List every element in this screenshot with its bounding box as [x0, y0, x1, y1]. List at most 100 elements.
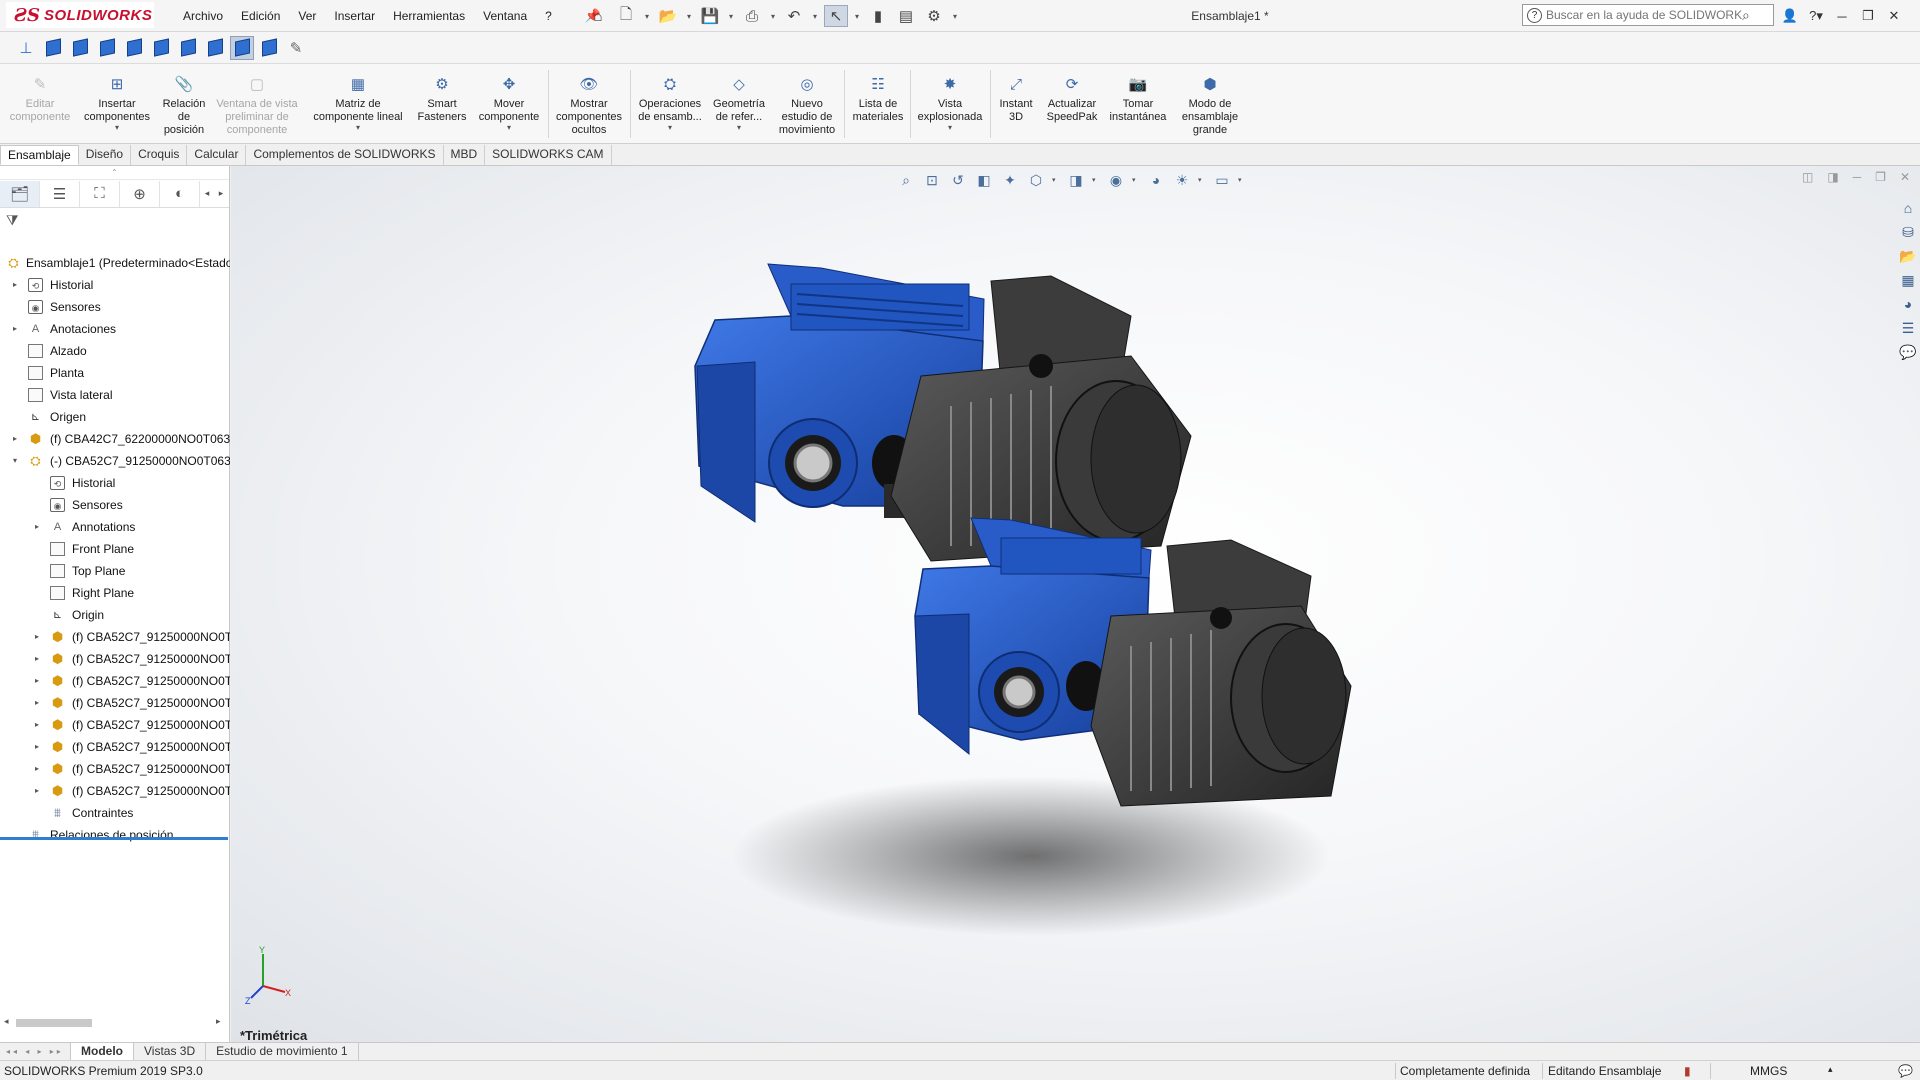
move-component-dropdown-icon[interactable]: ▾: [474, 124, 544, 132]
mate-button[interactable]: 📎 Relación de posición: [158, 76, 210, 137]
solidworks-resources-icon[interactable]: ⌂: [1896, 196, 1920, 220]
expand-chevron-icon[interactable]: ▸: [32, 670, 42, 692]
tab-scroll-left-icon[interactable]: ◂: [200, 188, 214, 199]
chat-icon[interactable]: 💬: [1898, 1064, 1913, 1078]
expand-chevron-icon[interactable]: ▸: [32, 516, 42, 538]
tree-node[interactable]: ▸ ⬢ (f) CBA52C7_91250000NO0T0: [0, 626, 230, 648]
exploded-view-button[interactable]: ✸ Vista explosionada ▾: [914, 76, 986, 132]
tree-node[interactable]: ▸ ⬢ (f) CBA52C7_91250000NO0T0: [0, 736, 230, 758]
tree-node[interactable]: ⩩ Contraintes: [0, 802, 230, 824]
units-dropdown-icon[interactable]: ▴: [1828, 1064, 1833, 1075]
front-view-icon[interactable]: [41, 36, 65, 60]
edit-component-button[interactable]: ✎ Editar componente: [4, 76, 76, 124]
tree-node[interactable]: ▾ ⛭ (-) CBA52C7_91250000NO0T063_1: [0, 450, 230, 472]
tree-node[interactable]: ◉ Sensores: [0, 494, 230, 516]
print-icon[interactable]: ⎙: [740, 5, 764, 27]
traffic-light-icon[interactable]: ▮: [866, 5, 890, 27]
menu-help[interactable]: ?: [536, 9, 561, 23]
tree-node[interactable]: Vista lateral: [0, 384, 230, 406]
open-folder-icon[interactable]: 📂: [656, 5, 680, 27]
tab-modelo[interactable]: Modelo: [70, 1043, 134, 1060]
model-render[interactable]: [231, 166, 1920, 1042]
instant-3d-button[interactable]: ⤢ Instant 3D: [994, 76, 1038, 124]
home-icon[interactable]: ⌂: [586, 5, 610, 27]
dimxpert-tab-icon[interactable]: ⊕: [120, 180, 160, 207]
restore-icon[interactable]: ❐: [1858, 8, 1878, 24]
exploded-view-dropdown-icon[interactable]: ▾: [914, 124, 986, 132]
tree-node[interactable]: ▸ ⬢ (f) CBA52C7_91250000NO0T0: [0, 670, 230, 692]
print-dropdown-icon[interactable]: ▾: [768, 12, 778, 21]
update-speedpak-button[interactable]: ⟳ Actualizar SpeedPak: [1042, 76, 1102, 124]
move-component-button[interactable]: ✥ Mover componente ▾: [474, 76, 544, 132]
tree-node[interactable]: ▸ ⬢ (f) CBA42C7_62200000NO0T063_1_: [0, 428, 230, 450]
menu-insertar[interactable]: Insertar: [325, 9, 384, 23]
tab-calcular[interactable]: Calcular: [187, 145, 247, 165]
sketch-pencil-icon[interactable]: ✎: [284, 36, 308, 60]
options-dropdown-icon[interactable]: ▾: [950, 12, 960, 21]
tab-solidworks-cam[interactable]: SOLIDWORKS CAM: [485, 145, 612, 165]
forum-icon[interactable]: 💬: [1896, 340, 1920, 364]
tree-node[interactable]: ⩩ Relaciones de posición: [0, 824, 230, 846]
gearmotor-lower[interactable]: [914, 517, 1352, 807]
panel-resize-handle[interactable]: ⌃: [0, 166, 229, 180]
tree-node[interactable]: ⊾ Origin: [0, 604, 230, 626]
horizontal-scrollbar[interactable]: ◂ ▸: [0, 1016, 230, 1030]
file-properties-icon[interactable]: ▤: [894, 5, 918, 27]
component-preview-window-button[interactable]: ▢ Ventana de vista preliminar de componen…: [214, 76, 300, 137]
large-assembly-mode-button[interactable]: ⬢ Modo de ensamblaje grande: [1174, 76, 1246, 137]
menu-ventana[interactable]: Ventana: [474, 9, 536, 23]
save-icon[interactable]: 💾: [698, 5, 722, 27]
tab-diseno[interactable]: Diseño: [79, 145, 132, 165]
expand-chevron-icon[interactable]: ▸: [10, 428, 20, 450]
undo-icon[interactable]: ↶: [782, 5, 806, 27]
tree-node[interactable]: ▸ ⬢ (f) CBA52C7_91250000NO0T0: [0, 692, 230, 714]
scrollbar-thumb[interactable]: [16, 1019, 92, 1027]
select-dropdown-icon[interactable]: ▾: [852, 12, 862, 21]
tree-node[interactable]: ▸ ⬢ (f) CBA52C7_91250000NO0T0: [0, 714, 230, 736]
tree-node[interactable]: ▸ ⬢ (f) CBA52C7_91250000NO0T0: [0, 780, 230, 802]
tree-node[interactable]: ▸ A Annotations: [0, 516, 230, 538]
expand-chevron-icon[interactable]: ▸: [32, 648, 42, 670]
tab-complementos[interactable]: Complementos de SOLIDWORKS: [246, 145, 444, 165]
units-system[interactable]: MMGS: [1750, 1064, 1787, 1078]
minimize-icon[interactable]: ─: [1832, 9, 1852, 24]
tab-vistas-3d[interactable]: Vistas 3D: [134, 1043, 207, 1060]
new-document-icon[interactable]: 🗋: [614, 5, 638, 27]
reference-geometry-dropdown-icon[interactable]: ▾: [708, 124, 770, 132]
custom-properties-icon[interactable]: ☰: [1896, 316, 1920, 340]
options-gear-icon[interactable]: ⚙: [922, 5, 946, 27]
tree-node[interactable]: Alzado: [0, 340, 230, 362]
help-search-box[interactable]: ? ⌕: [1522, 4, 1774, 26]
tree-node[interactable]: Front Plane: [0, 538, 230, 560]
trimetric-view-icon[interactable]: [230, 35, 254, 60]
save-dropdown-icon[interactable]: ▾: [726, 12, 736, 21]
view-palette-icon[interactable]: ▦: [1896, 268, 1920, 292]
insert-components-button[interactable]: ⊞ Insertar componentes ▾: [80, 76, 154, 132]
search-icon[interactable]: ⌕: [1742, 7, 1750, 24]
design-library-icon[interactable]: ⛁: [1896, 220, 1920, 244]
tab-mbd[interactable]: MBD: [444, 145, 486, 165]
new-dropdown-icon[interactable]: ▾: [642, 12, 652, 21]
rebuild-indicator-icon[interactable]: ▮: [1684, 1064, 1691, 1078]
bill-of-materials-button[interactable]: ☷ Lista de materiales: [848, 76, 908, 124]
configuration-manager-tab-icon[interactable]: ⛶: [80, 180, 120, 207]
tab-ensamblaje[interactable]: Ensamblaje: [0, 145, 79, 165]
file-explorer-icon[interactable]: 📂: [1896, 244, 1920, 268]
bottom-view-icon[interactable]: [176, 36, 200, 60]
tree-node[interactable]: Top Plane: [0, 560, 230, 582]
tab-estudio-movimiento[interactable]: Estudio de movimiento 1: [206, 1043, 359, 1060]
dimetric-view-icon[interactable]: [257, 36, 281, 60]
tree-node[interactable]: Right Plane: [0, 582, 230, 604]
open-dropdown-icon[interactable]: ▾: [684, 12, 694, 21]
menu-herramientas[interactable]: Herramientas: [384, 9, 474, 23]
new-motion-study-button[interactable]: ◎ Nuevo estudio de movimiento: [774, 76, 840, 137]
take-snapshot-button[interactable]: 📷 Tomar instantánea: [1106, 76, 1170, 124]
tree-node[interactable]: ▸ ⟲ Historial: [0, 274, 230, 296]
user-account-icon[interactable]: 👤: [1780, 8, 1800, 24]
property-manager-tab-icon[interactable]: ☰: [40, 180, 80, 207]
appearances-icon[interactable]: ◕: [1896, 292, 1920, 316]
isometric-view-icon[interactable]: [203, 36, 227, 60]
feature-tree-tab-icon[interactable]: 🗂: [0, 180, 40, 207]
reference-geometry-button[interactable]: ◇ Geometría de refer... ▾: [708, 76, 770, 132]
close-icon[interactable]: ✕: [1884, 8, 1904, 24]
